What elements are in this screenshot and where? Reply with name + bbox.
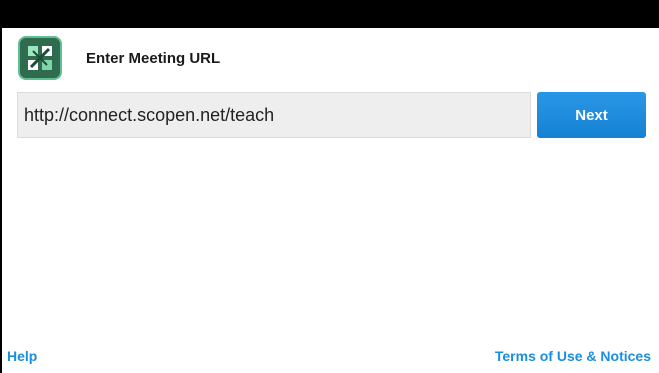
terms-of-use-link[interactable]: Terms of Use & Notices <box>495 348 651 364</box>
help-link[interactable]: Help <box>7 348 37 364</box>
meeting-url-input[interactable] <box>17 92 531 138</box>
meeting-url-screen: Enter Meeting URL Next Help Terms of Use… <box>0 28 659 373</box>
window-edge <box>0 28 2 373</box>
next-button[interactable]: Next <box>537 92 646 138</box>
status-bar <box>0 0 659 28</box>
page-title: Enter Meeting URL <box>86 49 221 67</box>
header: Enter Meeting URL <box>18 33 220 83</box>
adobe-connect-logo-icon <box>18 36 62 80</box>
